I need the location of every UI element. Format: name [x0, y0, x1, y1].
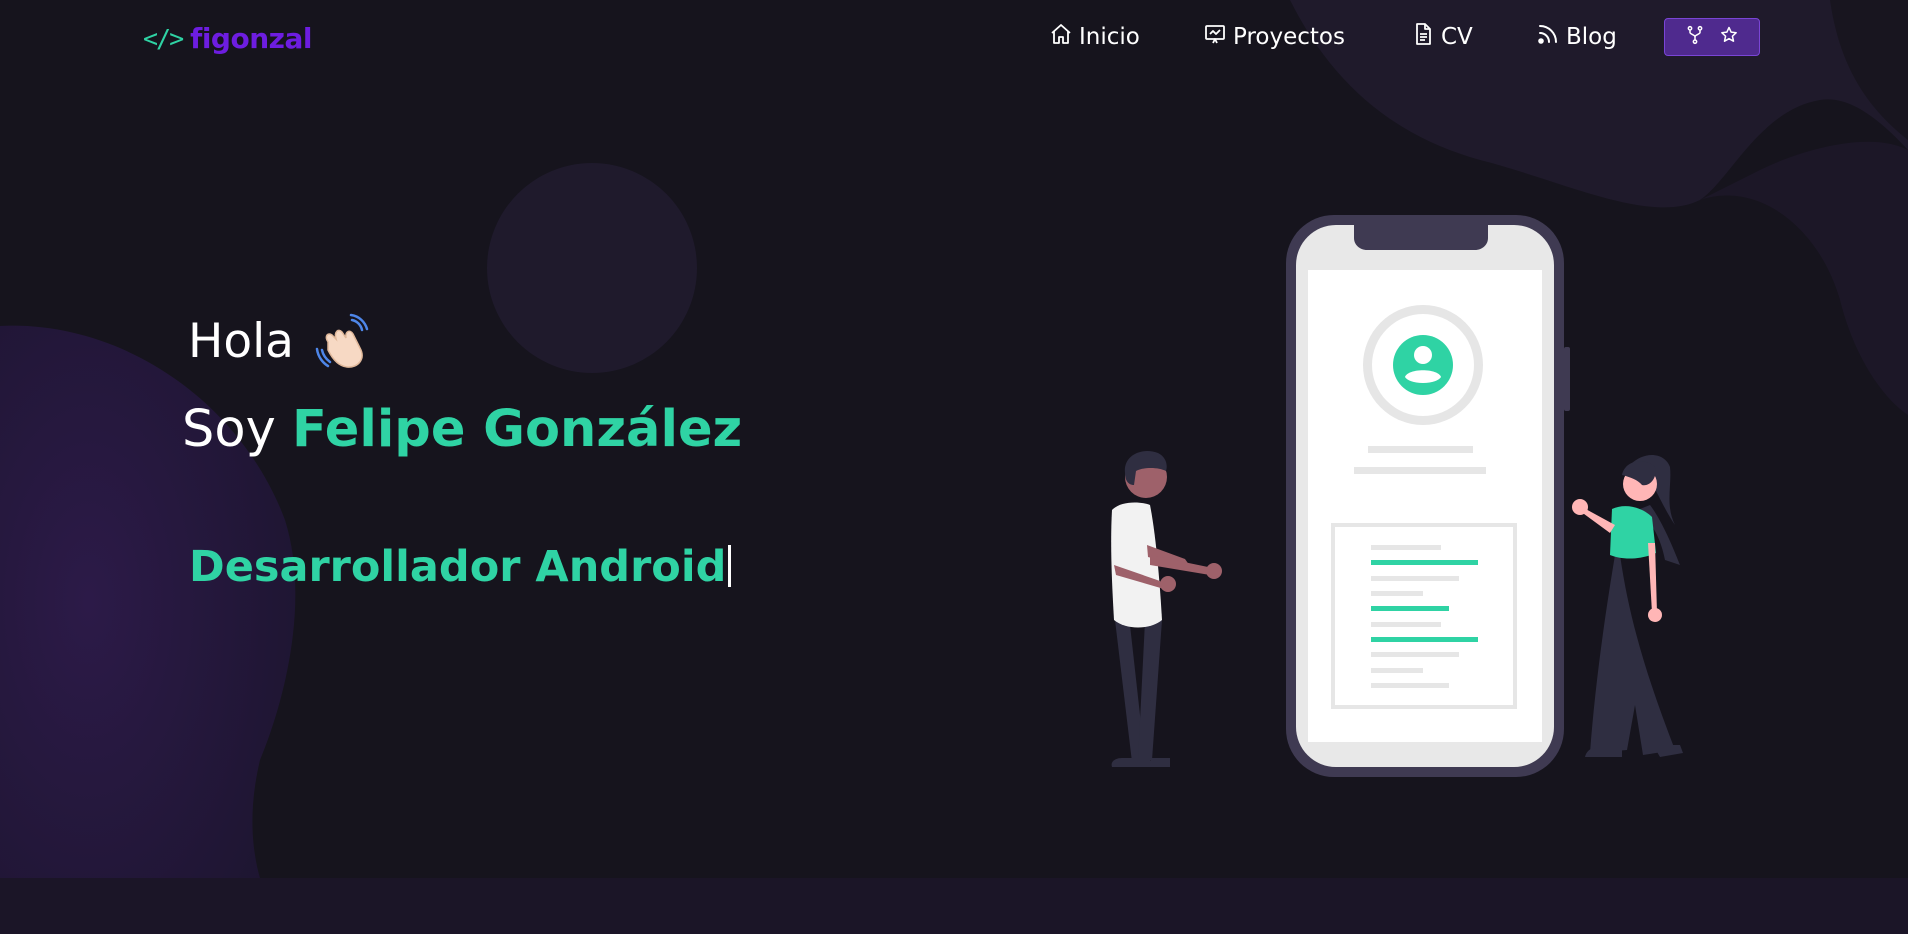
man-figure: [1111, 451, 1222, 767]
waving-hand-icon: [314, 312, 372, 370]
nav-item-proyectos[interactable]: Proyectos: [1203, 18, 1345, 56]
brand-logo[interactable]: </> figonzal: [143, 18, 312, 58]
hero-illustration: [1090, 205, 1730, 785]
hero-section: Hola Soy Felipe González Desarrollador A…: [0, 0, 1908, 934]
fork-icon[interactable]: [1685, 25, 1705, 49]
github-button[interactable]: [1664, 18, 1760, 56]
home-icon: [1049, 22, 1073, 52]
nav-item-label: Proyectos: [1233, 24, 1345, 50]
nav-item-label: CV: [1441, 24, 1473, 50]
intro-prefix: Soy: [182, 400, 276, 459]
star-icon[interactable]: [1719, 25, 1739, 49]
text-cursor: [728, 545, 732, 587]
typed-role-text: Desarrollador Android: [189, 542, 727, 592]
intro-heading: Soy Felipe González: [182, 400, 742, 459]
rss-icon: [1536, 22, 1560, 52]
greeting-text: Hola: [188, 313, 294, 369]
typed-role: Desarrollador Android: [189, 542, 732, 592]
nav-item-cv[interactable]: CV: [1411, 18, 1473, 56]
greeting: Hola: [188, 312, 372, 370]
phone-illustration: [1286, 215, 1570, 777]
document-icon: [1411, 22, 1435, 52]
nav-item-blog[interactable]: Blog: [1536, 18, 1617, 56]
presentation-icon: [1203, 22, 1227, 52]
intro-name: Felipe González: [291, 400, 743, 459]
nav-item-label: Blog: [1566, 24, 1617, 50]
brand-name: figonzal: [190, 21, 312, 55]
nav-item-inicio[interactable]: Inicio: [1049, 18, 1140, 56]
nav-item-label: Inicio: [1079, 24, 1140, 50]
woman-figure: [1572, 455, 1683, 757]
code-icon: </>: [143, 23, 184, 53]
navbar: </> figonzal Inicio Proyectos CV Blog: [0, 0, 1908, 75]
